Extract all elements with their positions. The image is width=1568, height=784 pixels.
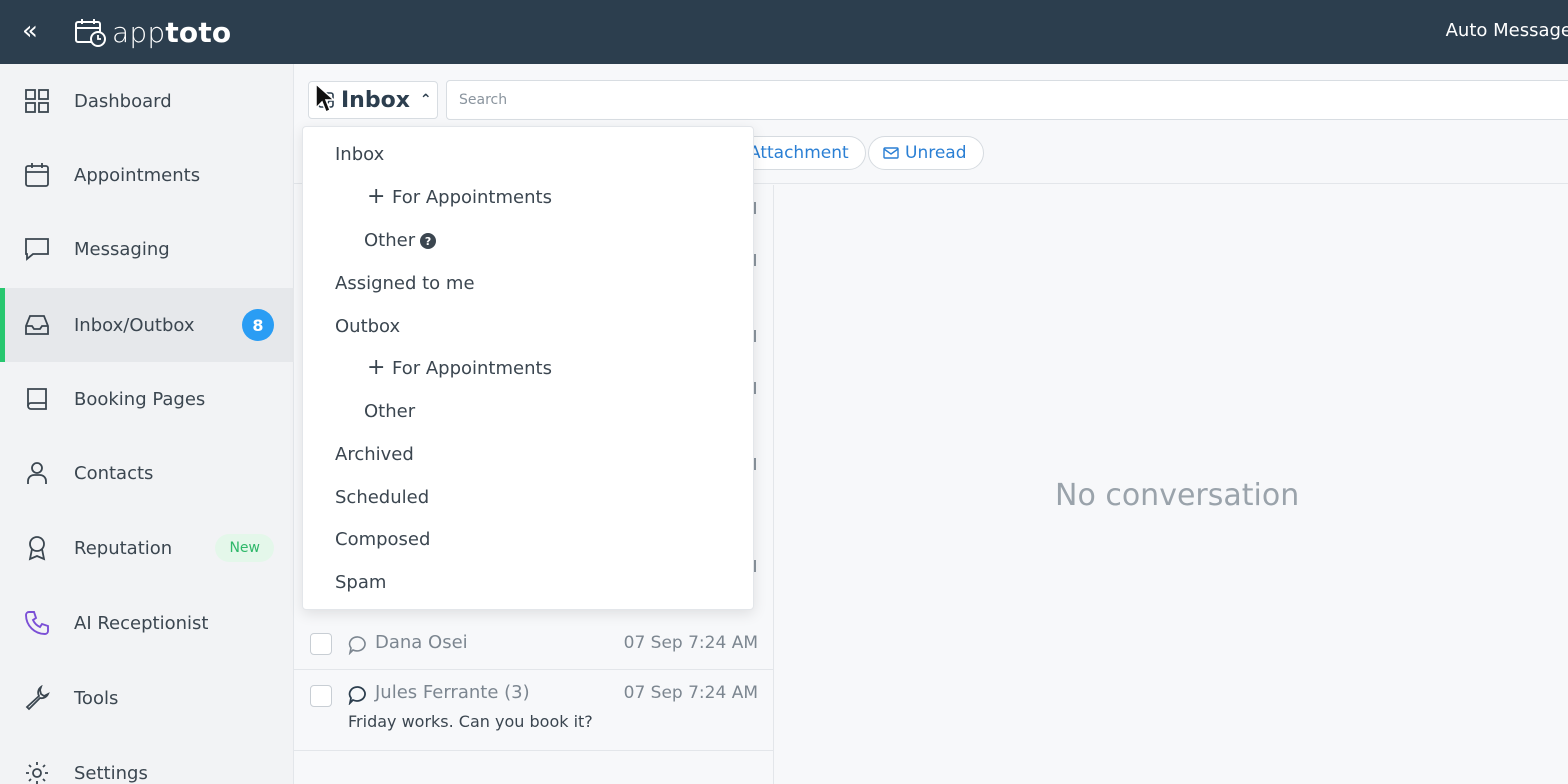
plus-icon: + <box>367 184 386 209</box>
row-checkbox[interactable] <box>310 685 332 707</box>
conversation-date: 07 Sep 7:24 AM <box>623 683 758 703</box>
conversation-preview: Friday works. Can you book it? <box>348 712 593 731</box>
conversation-date: 07 Sep 7:24 AM <box>623 633 758 653</box>
sidebar-item-inbox-outbox[interactable]: Inbox/Outbox 8 <box>0 288 294 362</box>
filter-unread-chip[interactable]: Unread <box>868 136 984 170</box>
menu-item-assigned-to-me[interactable]: Assigned to me <box>303 263 753 303</box>
menu-item-outbox-other[interactable]: Other <box>303 391 753 431</box>
sidebar-item-label: Appointments <box>74 164 201 186</box>
table-row[interactable]: Dana Osei 07 Sep 7:24 AM <box>294 619 774 670</box>
sidebar-item-label: AI Receptionist <box>74 612 209 634</box>
list-row-edge <box>754 458 756 470</box>
list-row-edge <box>754 382 756 394</box>
sidebar-item-label: Tools <box>74 687 119 709</box>
sidebar-item-contacts[interactable]: Contacts <box>0 436 294 510</box>
row-checkbox[interactable] <box>310 633 332 655</box>
chat-bubble-icon <box>348 636 366 655</box>
sidebar-item-settings[interactable]: Settings <box>0 736 294 784</box>
list-row-edge <box>754 202 756 214</box>
sidebar-item-booking-pages[interactable]: Booking Pages <box>0 362 294 436</box>
inbox-icon <box>24 312 50 338</box>
table-row[interactable]: Jules Ferrante (3) 07 Sep 7:24 AM Friday… <box>294 671 774 751</box>
menu-item-outbox-for-appointments[interactable]: + For Appointments <box>303 348 753 388</box>
gear-icon <box>24 760 50 784</box>
sidebar-item-ai-receptionist[interactable]: AI Receptionist <box>0 586 294 660</box>
menu-item-inbox-for-appointments[interactable]: + For Appointments <box>303 177 753 217</box>
filter-label: Attachment <box>749 143 849 163</box>
list-row-edge <box>754 254 756 266</box>
sidebar-item-messaging[interactable]: Messaging <box>0 212 294 286</box>
sidebar-item-reputation[interactable]: Reputation New <box>0 511 294 585</box>
unread-count-badge: 8 <box>242 309 274 341</box>
folder-dropdown-menu: Inbox + For Appointments Other? Assigned… <box>302 126 754 610</box>
list-row-edge <box>754 560 756 572</box>
empty-state-text: No conversation <box>1055 478 1300 513</box>
auto-message-link[interactable]: Auto Message <box>1446 20 1568 41</box>
sidebar-item-appointments[interactable]: Appointments <box>0 138 294 212</box>
sidebar-item-label: Settings <box>74 762 148 784</box>
plus-icon: + <box>367 355 386 380</box>
award-icon <box>24 535 50 561</box>
sidebar-item-dashboard[interactable]: Dashboard <box>0 64 294 138</box>
conversation-name: Dana Osei <box>375 632 468 653</box>
sidebar-item-label: Contacts <box>74 462 154 484</box>
menu-item-outbox[interactable]: Outbox <box>303 306 753 346</box>
top-bar: « apptoto Auto Message <box>0 0 1568 64</box>
menu-item-inbox[interactable]: Inbox <box>303 134 753 174</box>
sidebar-item-label: Reputation <box>74 537 173 559</box>
menu-item-archived[interactable]: Archived <box>303 434 753 474</box>
folder-title: Inbox <box>341 87 410 113</box>
sidebar-item-label: Dashboard <box>74 90 172 112</box>
sidebar-item-tools[interactable]: Tools <box>0 661 294 735</box>
sidebar: Dashboard Appointments Messaging Inbox/O… <box>0 64 294 784</box>
menu-item-spam[interactable]: Spam <box>303 562 753 602</box>
mouse-cursor-icon <box>315 82 336 114</box>
help-circle-icon[interactable]: ? <box>420 233 437 249</box>
menu-item-scheduled[interactable]: Scheduled <box>303 477 753 517</box>
menu-item-inbox-other[interactable]: Other? <box>303 220 753 260</box>
chat-icon <box>24 236 50 262</box>
envelope-icon <box>883 147 899 159</box>
sidebar-item-label: Inbox/Outbox <box>74 314 195 336</box>
calendar-clock-logo-icon <box>75 19 106 47</box>
person-icon <box>24 460 50 486</box>
filter-label: Unread <box>905 143 967 163</box>
sidebar-item-label: Messaging <box>74 238 170 260</box>
logo-wordmark: apptoto <box>112 15 232 49</box>
book-icon <box>24 386 50 412</box>
menu-item-composed[interactable]: Composed <box>303 519 753 559</box>
apptoto-logo[interactable]: apptoto <box>74 14 231 50</box>
grid-icon <box>24 88 50 114</box>
conversation-name: Jules Ferrante (3) <box>375 682 530 703</box>
list-row-edge <box>754 330 756 342</box>
chat-bubble-icon <box>348 686 366 705</box>
calendar-icon <box>24 162 50 188</box>
collapse-sidebar-button[interactable]: « <box>22 16 52 48</box>
phone-icon <box>24 610 50 636</box>
new-badge: New <box>215 534 274 562</box>
sidebar-item-label: Booking Pages <box>74 388 206 410</box>
search-input[interactable] <box>446 80 1568 120</box>
chevron-up-icon: ⌃ <box>419 92 432 108</box>
wrench-icon <box>24 685 50 711</box>
